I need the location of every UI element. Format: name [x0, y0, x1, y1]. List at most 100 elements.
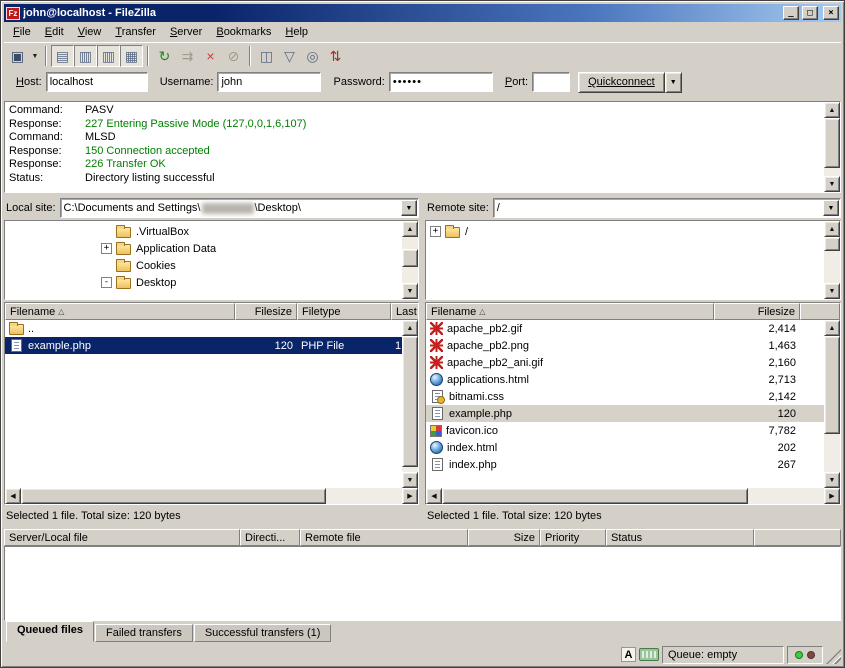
scroll-track[interactable] [402, 336, 418, 472]
file-row-applications-html[interactable]: applications.html2,713 [426, 371, 824, 388]
scroll-track[interactable] [824, 118, 840, 176]
column-header-filetype[interactable]: Filetype [297, 303, 391, 320]
remote-site-dropdown[interactable]: ▼ [823, 200, 839, 216]
tab-queued-files[interactable]: Queued files [6, 621, 94, 642]
menu-view[interactable]: View [71, 23, 109, 41]
file-row-favicon-ico[interactable]: favicon.ico7,782 [426, 422, 824, 439]
expand-icon[interactable]: + [101, 243, 112, 254]
remote-list-hscrollbar[interactable]: ◀▶ [426, 488, 840, 504]
menu-help[interactable]: Help [278, 23, 315, 41]
remote-list-vscrollbar[interactable]: ▲▼ [824, 320, 840, 488]
file-row-apache-pb2-gif[interactable]: apache_pb2.gif2,414 [426, 320, 824, 337]
menu-edit[interactable]: Edit [38, 23, 71, 41]
synchronized-browsing-button[interactable]: ⇅ [324, 45, 347, 67]
transfer-queue[interactable] [4, 546, 841, 621]
menu-transfer[interactable]: Transfer [108, 23, 163, 41]
expand-icon[interactable]: + [430, 226, 441, 237]
scroll-track[interactable] [21, 488, 402, 504]
queue-column-priority[interactable]: Priority [540, 529, 606, 546]
toggle-remote-tree-button[interactable]: ▥ [97, 45, 120, 67]
scroll-track[interactable] [402, 237, 418, 283]
log-scrollbar[interactable]: ▲▼ [824, 102, 840, 192]
scroll-left-button[interactable]: ◀ [5, 488, 21, 504]
local-list-body[interactable]: ..example.php120PHP File1 [5, 320, 402, 488]
scroll-thumb[interactable] [824, 336, 840, 434]
queue-column-server-local-file[interactable]: Server/Local file [4, 529, 240, 546]
local-list-hscrollbar[interactable]: ◀▶ [5, 488, 418, 504]
tab-failed-transfers[interactable]: Failed transfers [95, 624, 193, 642]
quickconnect-button[interactable]: Quickconnect [578, 72, 665, 93]
disconnect-button[interactable]: ⊘ [222, 45, 245, 67]
scroll-thumb[interactable] [442, 488, 748, 504]
cancel-button[interactable]: × [199, 45, 222, 67]
local-tree-scrollbar[interactable]: ▲▼ [402, 221, 418, 299]
scroll-right-button[interactable]: ▶ [402, 488, 418, 504]
column-header-last-modified[interactable]: Last modified [391, 303, 418, 320]
scroll-up-button[interactable]: ▲ [402, 221, 418, 237]
close-button[interactable]: × [823, 6, 839, 20]
file-row-apache-pb2-ani-gif[interactable]: apache_pb2_ani.gif2,160 [426, 354, 824, 371]
local-site-combo[interactable]: C:\Documents and Settings\\Desktop\ ▼ [60, 198, 419, 218]
column-header-filesize[interactable]: Filesize [235, 303, 297, 320]
remote-tree-scrollbar[interactable]: ▲▼ [824, 221, 840, 299]
site-manager-button[interactable]: ▣ [6, 45, 29, 67]
tree-item-desktop[interactable]: -Desktop [5, 274, 400, 291]
scroll-down-button[interactable]: ▼ [824, 472, 840, 488]
scroll-down-button[interactable]: ▼ [824, 283, 840, 299]
scroll-left-button[interactable]: ◀ [426, 488, 442, 504]
refresh-button[interactable]: ↻ [153, 45, 176, 67]
queue-column-status[interactable]: Status [606, 529, 754, 546]
scroll-thumb[interactable] [21, 488, 326, 504]
local-list-vscrollbar[interactable]: ▲▼ [402, 320, 418, 488]
tab-successful-transfers-1[interactable]: Successful transfers (1) [194, 624, 332, 642]
username-input[interactable] [217, 72, 321, 92]
queue-column-size[interactable]: Size [468, 529, 540, 546]
toggle-local-tree-button[interactable]: ▥ [74, 45, 97, 67]
find-files-button[interactable]: ◎ [301, 45, 324, 67]
directory-comparison-button[interactable]: ◫ [255, 45, 278, 67]
queue-column-directi[interactable]: Directi... [240, 529, 300, 546]
scroll-thumb[interactable] [824, 118, 840, 168]
file-row-apache-pb2-png[interactable]: apache_pb2.png1,463 [426, 337, 824, 354]
tree-item-cookies[interactable]: Cookies [5, 257, 400, 274]
file-row-index-html[interactable]: index.html202 [426, 439, 824, 456]
tree-item-[interactable]: +/ [426, 223, 822, 240]
file-row-[interactable]: .. [5, 320, 402, 337]
file-row-example-php[interactable]: example.php120 [426, 405, 824, 422]
scroll-up-button[interactable]: ▲ [402, 320, 418, 336]
process-queue-button[interactable]: ⇉ [176, 45, 199, 67]
scroll-up-button[interactable]: ▲ [824, 102, 840, 118]
menu-file[interactable]: File [6, 23, 38, 41]
remote-list-body[interactable]: apache_pb2.gif2,414apache_pb2.png1,463ap… [426, 320, 824, 488]
scroll-down-button[interactable]: ▼ [824, 176, 840, 192]
scroll-thumb[interactable] [824, 237, 840, 251]
minimize-button[interactable]: _ [783, 6, 799, 20]
resize-grip[interactable] [826, 649, 841, 664]
menu-server[interactable]: Server [163, 23, 209, 41]
host-input[interactable] [46, 72, 148, 92]
scroll-right-button[interactable]: ▶ [824, 488, 840, 504]
view-filters-button[interactable]: ▽ [278, 45, 301, 67]
toggle-message-log-button[interactable]: ▤ [51, 45, 74, 67]
tree-item-application-data[interactable]: +Application Data [5, 240, 400, 257]
column-header-filename[interactable]: Filename△ [426, 303, 714, 320]
scroll-track[interactable] [824, 237, 840, 283]
scroll-down-button[interactable]: ▼ [402, 283, 418, 299]
title-bar[interactable]: Fz john@localhost - FileZilla _ □ × [4, 4, 841, 22]
toggle-queue-button[interactable]: ▦ [120, 45, 143, 67]
site-manager-dropdown[interactable]: ▼ [29, 45, 41, 67]
file-row-bitnami-css[interactable]: bitnami.css2,142 [426, 388, 824, 405]
scroll-thumb[interactable] [402, 249, 418, 267]
file-row-index-php[interactable]: index.php267 [426, 456, 824, 473]
scroll-track[interactable] [442, 488, 824, 504]
maximize-button[interactable]: □ [802, 6, 818, 20]
quickconnect-dropdown[interactable]: ▼ [665, 72, 682, 93]
port-input[interactable] [532, 72, 570, 92]
scroll-track[interactable] [824, 336, 840, 472]
scroll-down-button[interactable]: ▼ [402, 472, 418, 488]
scroll-up-button[interactable]: ▲ [824, 221, 840, 237]
password-input[interactable] [389, 72, 493, 92]
column-header-filesize[interactable]: Filesize [714, 303, 800, 320]
local-site-dropdown[interactable]: ▼ [401, 200, 417, 216]
queue-column-remote-file[interactable]: Remote file [300, 529, 468, 546]
